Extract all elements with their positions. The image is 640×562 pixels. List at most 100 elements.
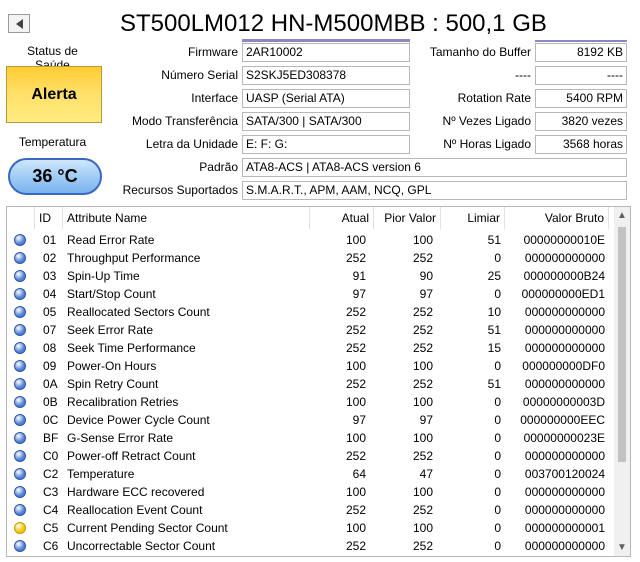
cell-raw: 000000000DF0 [522, 359, 605, 373]
rotation-rate-label: Rotation Rate [457, 91, 531, 105]
unknown-label: ---- [515, 68, 531, 82]
rotation-rate-field: 5400 RPM [535, 89, 627, 108]
transfer-mode-label: Modo Transferência [131, 114, 238, 128]
cell-current: 100 [345, 395, 366, 409]
cell-worst: 252 [412, 305, 433, 319]
table-row[interactable]: C4 Reallocation Event Count 252 252 0 0000000… [7, 501, 613, 519]
cell-threshold: 0 [494, 467, 501, 481]
cell-id: 01 [43, 233, 57, 247]
scroll-down-icon[interactable]: ▼ [614, 539, 630, 556]
table-row[interactable]: 07 Seek Error Rate 252 252 51 000000000000 [7, 321, 613, 339]
good-status-icon [14, 378, 26, 390]
table-row[interactable]: C3 Hardware ECC recovered 100 100 0 000000000… [7, 483, 613, 501]
cell-worst: 47 [419, 467, 433, 481]
cell-id: 0B [43, 395, 58, 409]
table-row[interactable]: 05 Reallocated Sectors Count 252 252 10 00000… [7, 303, 613, 321]
cell-id: C0 [43, 449, 59, 463]
table-row[interactable]: BF G-Sense Error Rate 100 100 0 00000000023E [7, 429, 613, 447]
cell-current: 97 [352, 287, 366, 301]
cell-current: 100 [345, 233, 366, 247]
good-status-icon [14, 288, 26, 300]
cell-id: 02 [43, 251, 57, 265]
cell-current: 252 [345, 503, 366, 517]
table-scrollbar[interactable]: ▲ ▼ [614, 207, 630, 556]
cell-name: Seek Error Rate [67, 323, 154, 337]
cell-name: Power-On Hours [67, 359, 157, 373]
cell-id: 07 [43, 323, 57, 337]
column-header-threshold[interactable]: Limiar [441, 207, 505, 229]
cell-raw: 00000000023E [523, 431, 605, 445]
cell-raw: 000000000000 [524, 323, 605, 337]
table-row[interactable]: 0C Device Power Cycle Count 97 97 0 000000000… [7, 411, 613, 429]
column-header-id[interactable]: ID [35, 207, 63, 229]
scrollbar-thumb[interactable] [618, 227, 626, 462]
table-row[interactable]: 04 Start/Stop Count 97 97 0 000000000ED1 [7, 285, 613, 303]
health-status-badge[interactable]: Alerta [6, 66, 102, 123]
table-row[interactable]: 09 Power-On Hours 100 100 0 000000000DF0 [7, 357, 613, 375]
cell-raw: 000000000000 [524, 485, 605, 499]
cell-threshold: 51 [487, 233, 501, 247]
power-on-hours-label: Nº Horas Ligado [443, 137, 531, 151]
cell-name: Reallocated Sectors Count [67, 305, 210, 319]
cell-threshold: 51 [487, 377, 501, 391]
table-row[interactable]: C0 Power-off Retract Count 252 252 0 00000000… [7, 447, 613, 465]
cell-threshold: 0 [494, 287, 501, 301]
power-on-hours-field: 3568 horas [535, 135, 627, 154]
column-header-worst[interactable]: Pior Valor [374, 207, 441, 229]
cell-id: C6 [43, 539, 59, 553]
cell-raw: 000000000000 [524, 503, 605, 517]
temperature-badge[interactable]: 36 °C [8, 158, 102, 195]
table-row[interactable]: C6 Uncorrectable Sector Count 252 252 0 00000… [7, 537, 613, 555]
column-header-status[interactable] [7, 207, 35, 229]
column-header-current[interactable]: Atual [310, 207, 374, 229]
column-header-attribute-name[interactable]: Attribute Name [63, 207, 310, 229]
cell-name: Start/Stop Count [67, 287, 156, 301]
cell-id: 05 [43, 305, 57, 319]
table-row[interactable]: 01 Read Error Rate 100 100 51 00000000010E [7, 231, 613, 249]
cell-raw: 000000000000 [524, 449, 605, 463]
power-on-count-field: 3820 vezes [535, 112, 627, 131]
table-row[interactable]: C2 Temperature 64 47 0 003700120024 [7, 465, 613, 483]
cell-current: 252 [345, 377, 366, 391]
good-status-icon [14, 468, 26, 480]
standard-label: Padrão [199, 160, 238, 174]
cell-raw: 000000000000 [524, 341, 605, 355]
table-row[interactable]: C5 Current Pending Sector Count 100 100 0 000… [7, 519, 613, 537]
cell-current: 252 [345, 341, 366, 355]
table-row[interactable]: 03 Spin-Up Time 91 90 25 000000000B24 [7, 267, 613, 285]
buffer-size-field: 8192 KB [535, 43, 627, 62]
good-status-icon [14, 252, 26, 264]
table-row[interactable]: 02 Throughput Performance 252 252 0 000000000… [7, 249, 613, 267]
smart-attributes-table[interactable]: ID Attribute Name Atual Pior Valor Limia… [6, 206, 631, 557]
cell-id: 0A [43, 377, 58, 391]
cell-id: BF [43, 431, 59, 445]
cell-threshold: 0 [494, 395, 501, 409]
cell-raw: 000000000000 [524, 377, 605, 391]
cell-threshold: 0 [494, 449, 501, 463]
back-button[interactable] [8, 14, 30, 33]
cell-worst: 252 [412, 503, 433, 517]
left-arrow-icon [15, 18, 23, 29]
cell-current: 91 [352, 269, 366, 283]
cell-worst: 100 [412, 395, 433, 409]
cell-threshold: 0 [494, 251, 501, 265]
disk-title: ST500LM012 HN-M500MBB : 500,1 GB [120, 10, 547, 37]
cell-raw: 000000000EEC [520, 413, 605, 427]
table-row[interactable]: 0B Recalibration Retries 100 100 0 0000000000… [7, 393, 613, 411]
column-header-raw-value[interactable]: Valor Bruto [505, 207, 609, 229]
cell-id: 03 [43, 269, 57, 283]
table-row[interactable]: 08 Seek Time Performance 252 252 15 000000000… [7, 339, 613, 357]
cell-worst: 252 [412, 251, 433, 265]
cell-name: Device Power Cycle Count [67, 413, 210, 427]
cell-current: 252 [345, 305, 366, 319]
cell-worst: 100 [412, 233, 433, 247]
cell-current: 97 [352, 413, 366, 427]
cell-current: 252 [345, 449, 366, 463]
good-status-icon [14, 360, 26, 372]
cell-threshold: 0 [494, 539, 501, 553]
cell-raw: 00000000010E [523, 233, 605, 247]
table-row[interactable]: 0A Spin Retry Count 252 252 51 000000000000 [7, 375, 613, 393]
cell-threshold: 0 [494, 503, 501, 517]
scroll-up-icon[interactable]: ▲ [614, 207, 630, 224]
cell-id: 09 [43, 359, 57, 373]
